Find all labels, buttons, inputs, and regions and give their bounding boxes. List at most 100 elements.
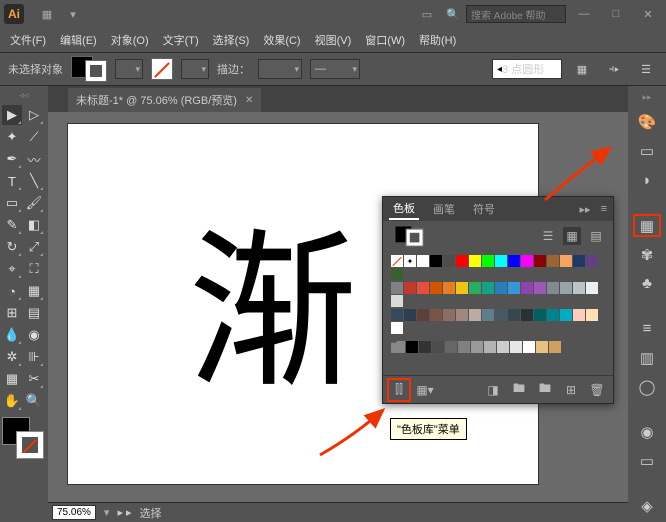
swatch[interactable] xyxy=(523,341,535,353)
swatch[interactable] xyxy=(430,309,442,321)
gradient-tool[interactable]: ▤ xyxy=(24,303,44,323)
eyedropper-tool[interactable]: 💧 xyxy=(2,325,22,345)
folder-icon[interactable] xyxy=(391,341,405,353)
grid-view-icon[interactable]: ▦ xyxy=(563,227,581,245)
collapse-icon[interactable]: ◃◃ xyxy=(2,90,46,101)
fill-stroke-proxy[interactable] xyxy=(71,56,107,82)
more-icon[interactable]: ☰ xyxy=(634,57,658,81)
swatch[interactable] xyxy=(443,282,455,294)
swatch[interactable] xyxy=(469,255,481,267)
swatch[interactable] xyxy=(521,282,533,294)
sync-icon[interactable]: ▭ xyxy=(415,4,439,24)
brush-dropdown[interactable]: — xyxy=(310,59,360,79)
brushes-panel-icon[interactable]: ✾ xyxy=(635,245,659,264)
eraser-tool[interactable]: ◧ xyxy=(24,215,44,235)
swatch[interactable] xyxy=(547,309,559,321)
stroke-weight-input[interactable] xyxy=(258,59,302,79)
swatch[interactable] xyxy=(445,341,457,353)
swatch[interactable] xyxy=(508,282,520,294)
color-panel-icon[interactable]: 🎨 xyxy=(635,113,659,132)
swatch-library-menu-button[interactable]: ⫿⫿ xyxy=(389,380,409,400)
swatch[interactable] xyxy=(443,255,455,267)
color-guide-icon[interactable]: ▭ xyxy=(635,142,659,161)
panel-fill-stroke[interactable] xyxy=(395,226,424,247)
tab-swatches[interactable]: 色板 xyxy=(389,198,419,220)
swatch[interactable] xyxy=(495,282,507,294)
swatch[interactable] xyxy=(482,282,494,294)
paintbrush-tool[interactable]: 🖌 xyxy=(24,193,44,213)
fill-dropdown[interactable] xyxy=(115,59,143,79)
maximize-button[interactable]: □ xyxy=(602,5,630,23)
rectangle-tool[interactable]: ▭ xyxy=(2,193,22,213)
swatch[interactable] xyxy=(432,341,444,353)
panel-collapse-icon[interactable]: ▸▸ xyxy=(580,203,591,216)
minimize-button[interactable]: — xyxy=(570,5,598,23)
swatch[interactable] xyxy=(456,282,468,294)
fill-stroke-selector[interactable] xyxy=(2,417,44,459)
swatches-panel-icon[interactable]: ▦ xyxy=(635,216,659,235)
new-color-group-icon[interactable]: 🖿 xyxy=(509,380,529,400)
swatch[interactable] xyxy=(404,282,416,294)
gradient-panel-icon[interactable]: ▥ xyxy=(635,348,659,367)
swatch[interactable] xyxy=(534,282,546,294)
options-icon[interactable]: ▤ xyxy=(587,227,605,245)
swatch[interactable] xyxy=(547,255,559,267)
rotate-tool[interactable]: ↻ xyxy=(2,237,22,257)
panel-menu-icon[interactable]: ≡ xyxy=(601,203,607,215)
hand-tool[interactable]: ✋ xyxy=(2,391,22,411)
shape-panel-icon[interactable]: ◗ xyxy=(635,171,659,190)
swatch[interactable] xyxy=(495,255,507,267)
menu-type[interactable]: 文字(T) xyxy=(159,30,203,50)
style-icon[interactable]: ▦ xyxy=(570,57,594,81)
width-profile-input[interactable]: ◂ 3 点圆形 xyxy=(492,59,562,79)
type-tool[interactable]: T xyxy=(2,171,22,191)
lasso-tool[interactable]: ⟋ xyxy=(24,127,44,147)
mesh-tool[interactable]: ⊞ xyxy=(2,303,22,323)
swatch[interactable] xyxy=(510,341,522,353)
close-button[interactable]: ✕ xyxy=(634,5,662,23)
slice-tool[interactable]: ✂ xyxy=(24,369,44,389)
swatch[interactable] xyxy=(560,255,572,267)
swatch[interactable] xyxy=(534,309,546,321)
swatch[interactable] xyxy=(495,309,507,321)
shape-builder-tool[interactable]: ◔ xyxy=(2,281,22,301)
free-transform-tool[interactable]: ⛶ xyxy=(24,259,44,279)
swatch[interactable] xyxy=(508,309,520,321)
graph-tool[interactable]: ⊪ xyxy=(24,347,44,367)
swatch[interactable] xyxy=(471,341,483,353)
stroke-none-indicator[interactable] xyxy=(151,58,173,80)
symbol-sprayer-tool[interactable]: ✲ xyxy=(2,347,22,367)
blend-tool[interactable]: ◉ xyxy=(24,325,44,345)
tab-brushes[interactable]: 画笔 xyxy=(429,199,459,219)
swatch[interactable] xyxy=(443,309,455,321)
swatch[interactable] xyxy=(497,341,509,353)
swatch[interactable] xyxy=(549,341,561,353)
swatch[interactable] xyxy=(573,309,585,321)
delete-swatch-icon[interactable]: 🗑 xyxy=(587,380,607,400)
swatch[interactable] xyxy=(404,309,416,321)
swatch[interactable] xyxy=(391,255,403,267)
stroke-dropdown[interactable] xyxy=(181,59,209,79)
swatch[interactable] xyxy=(534,255,546,267)
transparency-panel-icon[interactable]: ◯ xyxy=(635,377,659,396)
list-view-icon[interactable]: ☰ xyxy=(539,227,557,245)
stroke-panel-icon[interactable]: ≡ xyxy=(635,319,659,338)
new-swatch-icon[interactable]: ⊞ xyxy=(561,380,581,400)
swatch[interactable] xyxy=(391,268,403,280)
pen-tool[interactable]: ✒ xyxy=(2,149,22,169)
menu-object[interactable]: 对象(O) xyxy=(107,30,153,50)
menu-edit[interactable]: 编辑(E) xyxy=(56,30,101,50)
curvature-tool[interactable]: 〰 xyxy=(24,149,44,169)
zoom-tool[interactable]: 🔍 xyxy=(24,391,44,411)
status-nav[interactable]: ▸ ▸ xyxy=(117,506,131,519)
scale-tool[interactable]: ⤢ xyxy=(24,237,44,257)
swatch[interactable] xyxy=(547,282,559,294)
arrange-icon[interactable]: ▾ xyxy=(61,4,85,24)
swatch[interactable] xyxy=(536,341,548,353)
magic-wand-tool[interactable]: ✦ xyxy=(2,127,22,147)
swatch[interactable] xyxy=(391,282,403,294)
swatch[interactable] xyxy=(456,309,468,321)
swatch[interactable] xyxy=(391,309,403,321)
document-tab[interactable]: 未标题-1* @ 75.06% (RGB/预览) ✕ xyxy=(68,88,261,112)
swatch[interactable] xyxy=(573,282,585,294)
